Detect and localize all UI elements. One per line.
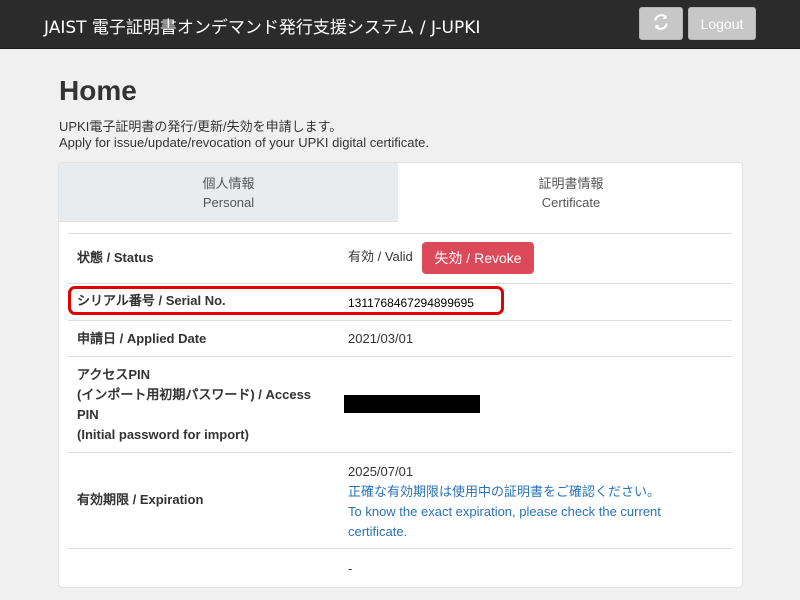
status-row: 状態 / Status 有効 / Valid 失効 / Revoke bbox=[68, 233, 732, 283]
tab-certificate[interactable]: 証明書情報 Certificate bbox=[398, 163, 742, 222]
expiration-date: 2025/07/01 bbox=[348, 464, 414, 479]
tab-personal-label-en: Personal bbox=[202, 195, 255, 210]
expiration-row: 有効期限 / Expiration 2025/07/01 正確な有効期限は使用中… bbox=[68, 452, 732, 548]
extra-row-value: - bbox=[348, 561, 353, 576]
page-description-en: Apply for issue/update/revocation of you… bbox=[59, 135, 429, 150]
extra-row: - bbox=[68, 548, 732, 587]
applied-date-label: 申請日 / Applied Date bbox=[77, 331, 207, 346]
applied-date-row: 申請日 / Applied Date 2021/03/01 bbox=[68, 320, 732, 356]
access-pin-label-line2: (インポート用初期パスワード) / Access bbox=[77, 387, 312, 402]
revoke-button[interactable]: 失効 / Revoke bbox=[422, 242, 534, 274]
status-label: 状態 / Status bbox=[77, 250, 154, 265]
info-card: 個人情報 Personal 証明書情報 Certificate 状態 / Sta… bbox=[58, 162, 743, 588]
access-pin-label-line3: PIN bbox=[77, 407, 99, 422]
app-title: JAIST 電子証明書オンデマンド発行支援システム / J-UPKI bbox=[44, 18, 481, 38]
refresh-button[interactable] bbox=[639, 7, 683, 40]
logout-button[interactable]: Logout bbox=[688, 7, 756, 40]
expiration-note-en-line2: certificate. bbox=[348, 524, 408, 539]
page-description-ja: UPKI電子証明書の発行/更新/失効を申請します。 bbox=[59, 119, 343, 134]
serial-highlight-box bbox=[68, 286, 504, 315]
page-title: Home bbox=[59, 75, 137, 106]
tab-certificate-label-ja: 証明書情報 bbox=[538, 176, 604, 191]
access-pin-label-line4: (Initial password for import) bbox=[77, 427, 249, 442]
redacted-pin-block bbox=[344, 395, 480, 413]
applied-date-value: 2021/03/01 bbox=[348, 331, 414, 346]
access-pin-label-line1: アクセスPIN bbox=[77, 367, 151, 382]
tab-certificate-label-en: Certificate bbox=[541, 195, 601, 210]
top-navbar: JAIST 電子証明書オンデマンド発行支援システム / J-UPKI Logou… bbox=[0, 0, 800, 49]
expiration-note-ja: 正確な有効期限は使用中の証明書をご確認ください。 bbox=[348, 484, 661, 499]
tab-personal-label-ja: 個人情報 bbox=[202, 176, 255, 191]
refresh-icon bbox=[653, 14, 669, 33]
status-value: 有効 / Valid bbox=[348, 249, 413, 264]
expiration-note-en-line1: To know the exact expiration, please che… bbox=[348, 504, 661, 519]
tab-personal[interactable]: 個人情報 Personal bbox=[59, 163, 399, 222]
expiration-label: 有効期限 / Expiration bbox=[77, 492, 204, 507]
